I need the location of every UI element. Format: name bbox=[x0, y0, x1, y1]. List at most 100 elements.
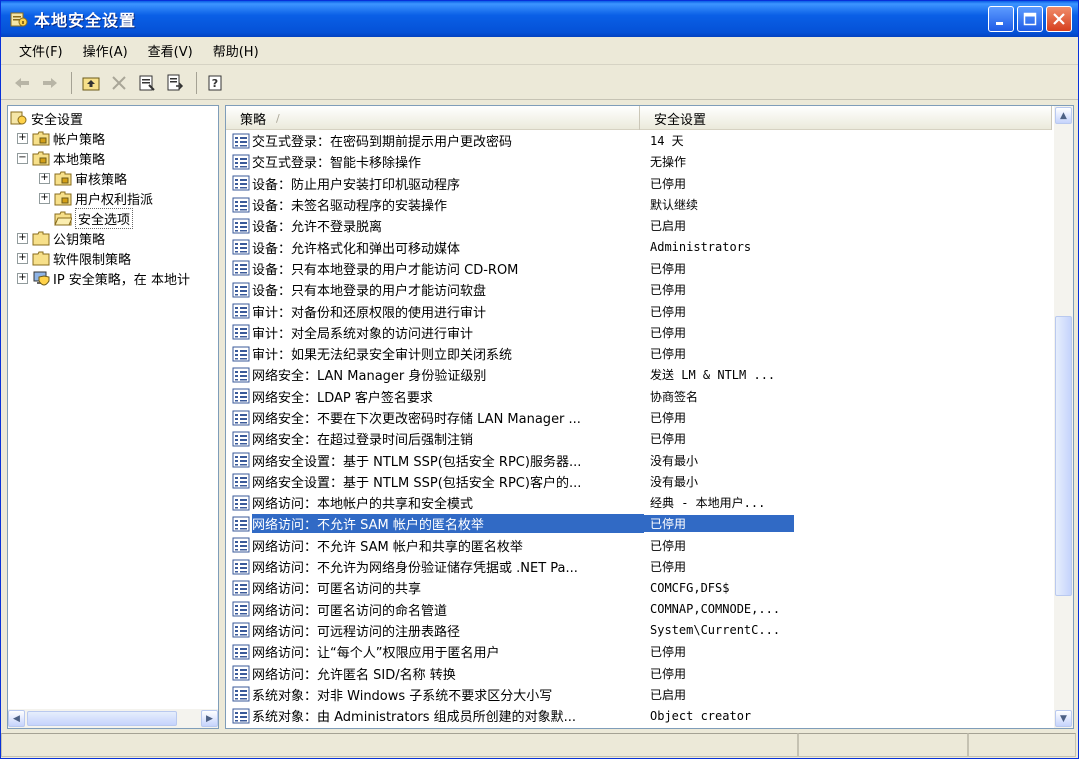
list-vertical-scrollbar[interactable]: ▲ ▼ bbox=[1054, 106, 1073, 728]
minimize-button[interactable] bbox=[988, 6, 1014, 32]
policy-name: 网络访问：不允许为网络身份验证储存凭据或 .NET Pa... bbox=[252, 561, 578, 577]
scroll-left-button[interactable]: ◀ bbox=[8, 710, 25, 727]
policy-icon bbox=[232, 388, 250, 404]
policy-setting: 已停用 bbox=[650, 304, 687, 319]
policy-name: 网络安全设置：基于 NTLM SSP(包括安全 RPC)服务器... bbox=[252, 454, 582, 470]
policy-row[interactable]: 网络访问：可匿名访问的共享 COMCFG,DFS$ bbox=[226, 577, 1052, 598]
up-one-level-button[interactable] bbox=[78, 70, 104, 96]
menu-view[interactable]: 查看(V) bbox=[138, 39, 203, 62]
policy-row[interactable]: 设备：未签名驱动程序的安装操作 默认继续 bbox=[226, 194, 1052, 215]
policy-row[interactable]: 设备：只有本地登录的用户才能访问软盘 已停用 bbox=[226, 279, 1052, 300]
export-list-button[interactable] bbox=[162, 70, 188, 96]
column-header-security-setting[interactable]: 安全设置 bbox=[640, 106, 1052, 130]
forward-button[interactable] bbox=[37, 70, 63, 96]
policy-row[interactable]: 网络安全：不要在下次更改密码时存储 LAN Manager ... 已停用 bbox=[226, 407, 1052, 428]
back-button[interactable] bbox=[9, 70, 35, 96]
tree-item-public-key-policy[interactable]: + 公钥策略 bbox=[8, 228, 218, 248]
policy-icon bbox=[232, 452, 250, 468]
close-button[interactable] bbox=[1046, 6, 1072, 32]
policy-setting: 已停用 bbox=[650, 432, 687, 447]
policy-name: 网络访问：不允许 SAM 帐户的匿名枚举 bbox=[252, 514, 644, 534]
policy-row[interactable]: 系统对象：对非 Windows 子系统不要求区分大小写 已启用 bbox=[226, 684, 1052, 705]
expand-toggle[interactable]: + bbox=[39, 192, 50, 204]
policy-name: 交互式登录：智能卡移除操作 bbox=[252, 156, 422, 172]
tree-item-ip-security[interactable]: + IP 安全策略，在 本地计 bbox=[8, 268, 218, 288]
folder-icon bbox=[32, 231, 50, 246]
tree-item-software-restriction[interactable]: + 软件限制策略 bbox=[8, 248, 218, 268]
toolbar-separator bbox=[71, 71, 72, 94]
policy-row[interactable]: 网络访问：不允许 SAM 帐户和共享的匿名枚举 已停用 bbox=[226, 535, 1052, 556]
menu-action[interactable]: 操作(A) bbox=[73, 39, 138, 62]
menu-file[interactable]: 文件(F) bbox=[9, 39, 73, 62]
policy-setting: 已停用 bbox=[650, 411, 687, 425]
expand-toggle[interactable]: + bbox=[17, 252, 28, 264]
policy-row[interactable]: 网络访问：可远程访问的注册表路径 System\CurrentC... bbox=[226, 620, 1052, 641]
policy-name: 审计：如果无法纪录安全审计则立即关闭系统 bbox=[252, 348, 513, 364]
policy-row[interactable]: 设备：允许不登录脱离 已启用 bbox=[226, 215, 1052, 236]
policy-row[interactable]: 网络访问：让“每个人”权限应用于匿名用户 已停用 bbox=[226, 641, 1052, 662]
policy-setting: 没有最小 bbox=[650, 453, 699, 468]
policy-name: 设备：防止用户安装打印机驱动程序 bbox=[252, 177, 461, 193]
help-icon: ? bbox=[208, 75, 222, 90]
help-button[interactable]: ? bbox=[203, 70, 229, 96]
policy-setting: 已停用 bbox=[650, 283, 687, 298]
title-bar[interactable]: 本地安全设置 bbox=[1, 1, 1078, 37]
policy-row[interactable]: 设备：允许格式化和弹出可移动媒体 Administrators bbox=[226, 236, 1052, 257]
tree-root[interactable]: 安全设置 bbox=[8, 108, 218, 128]
scroll-up-button[interactable]: ▲ bbox=[1055, 107, 1072, 124]
expand-toggle[interactable]: + bbox=[17, 232, 28, 244]
scroll-down-button[interactable]: ▼ bbox=[1055, 710, 1072, 727]
policy-row[interactable]: 设备：只有本地登录的用户才能访问 CD-ROM 已停用 bbox=[226, 258, 1052, 279]
tree-item-audit-policy[interactable]: + 审核策略 bbox=[8, 168, 218, 188]
policy-row[interactable]: 网络安全：LDAP 客户签名要求 协商签名 bbox=[226, 386, 1052, 407]
tree-item-security-options[interactable]: 安全选项 bbox=[8, 207, 218, 229]
scroll-right-button[interactable]: ▶ bbox=[201, 710, 218, 727]
policy-row[interactable]: 交互式登录：智能卡移除操作 无操作 bbox=[226, 151, 1052, 172]
menu-help[interactable]: 帮助(H) bbox=[203, 39, 269, 62]
policy-setting: 已停用 bbox=[650, 645, 687, 660]
folder-open-icon bbox=[54, 211, 72, 226]
policy-row[interactable]: 网络访问：不允许 SAM 帐户的匿名枚举 已停用 bbox=[226, 513, 1052, 534]
policy-row[interactable]: 交互式登录：在密码到期前提示用户更改密码 14 天 bbox=[226, 130, 1052, 151]
scroll-thumb[interactable] bbox=[27, 711, 177, 726]
tree-pane: 安全设置 + 帐户策略 − 本地策略 + 审核策略 + 用户权利指派 安全选项 … bbox=[7, 105, 219, 729]
tree-item-local-policy[interactable]: − 本地策略 bbox=[8, 148, 218, 168]
policy-name: 网络访问：本地帐户的共享和安全模式 bbox=[252, 497, 474, 513]
expand-toggle[interactable]: + bbox=[17, 132, 28, 144]
policy-icon bbox=[232, 622, 250, 638]
policy-row[interactable]: 审计：对全局系统对象的访问进行审计 已停用 bbox=[226, 322, 1052, 343]
policy-row[interactable]: 设备：防止用户安装打印机驱动程序 已停用 bbox=[226, 173, 1052, 194]
policy-name: 设备：允许格式化和弹出可移动媒体 bbox=[252, 241, 461, 257]
policy-row[interactable]: 网络访问：不允许为网络身份验证储存凭据或 .NET Pa... 已停用 bbox=[226, 556, 1052, 577]
policy-row[interactable]: 网络安全设置：基于 NTLM SSP(包括安全 RPC)服务器... 没有最小 bbox=[226, 449, 1052, 470]
policy-row[interactable]: 网络安全：在超过登录时间后强制注销 已停用 bbox=[226, 428, 1052, 449]
toolbar-separator bbox=[196, 71, 197, 94]
policy-row[interactable]: 审计：对备份和还原权限的使用进行审计 已停用 bbox=[226, 300, 1052, 321]
tree-horizontal-scrollbar[interactable]: ◀ ▶ bbox=[8, 709, 218, 728]
tree-item-account-policy[interactable]: + 帐户策略 bbox=[8, 128, 218, 148]
policy-row[interactable]: 网络安全设置：基于 NTLM SSP(包括安全 RPC)客户的... 没有最小 bbox=[226, 471, 1052, 492]
policy-icon bbox=[232, 175, 250, 191]
maximize-button[interactable] bbox=[1017, 6, 1043, 32]
delete-button[interactable] bbox=[106, 70, 132, 96]
policy-row[interactable]: 网络安全：LAN Manager 身份验证级别 发送 LM & NTLM ... bbox=[226, 364, 1052, 385]
expand-toggle[interactable]: + bbox=[17, 272, 28, 284]
policy-row[interactable]: 网络访问：允许匿名 SID/名称 转换 已停用 bbox=[226, 662, 1052, 683]
scroll-thumb[interactable] bbox=[1055, 316, 1072, 596]
scroll-track[interactable] bbox=[25, 710, 201, 727]
properties-button[interactable] bbox=[134, 70, 160, 96]
policy-icon bbox=[232, 154, 250, 170]
collapse-toggle[interactable]: − bbox=[17, 152, 28, 164]
policy-row[interactable]: 系统对象：由 Administrators 组成员所创建的对象默... Objec… bbox=[226, 705, 1052, 726]
policy-icon bbox=[232, 516, 250, 532]
policy-row[interactable]: 网络访问：本地帐户的共享和安全模式 经典 - 本地用户... bbox=[226, 492, 1052, 513]
policy-setting: System\CurrentC... bbox=[650, 623, 781, 638]
policy-row[interactable]: 网络访问：可匿名访问的命名管道 COMNAP,COMNODE,... bbox=[226, 599, 1052, 620]
tree-item-user-rights[interactable]: + 用户权利指派 bbox=[8, 188, 218, 208]
policy-row[interactable]: 审计：如果无法纪录安全审计则立即关闭系统 已停用 bbox=[226, 343, 1052, 364]
expand-toggle[interactable]: + bbox=[39, 172, 50, 184]
column-header-policy[interactable]: 策略 / bbox=[226, 106, 640, 130]
tree-view: 安全设置 + 帐户策略 − 本地策略 + 审核策略 + 用户权利指派 安全选项 … bbox=[8, 106, 218, 709]
policy-setting: 已停用 bbox=[650, 176, 687, 191]
policy-setting: 已启用 bbox=[650, 219, 687, 234]
